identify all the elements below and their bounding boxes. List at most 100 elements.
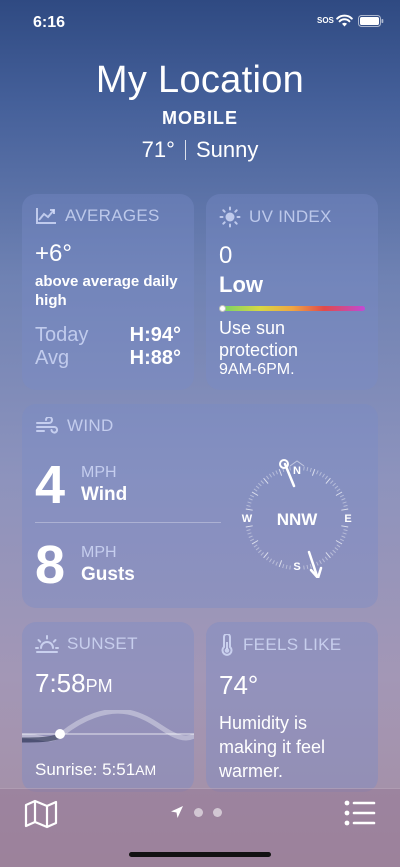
compass-east: E bbox=[344, 513, 351, 525]
wifi-icon bbox=[336, 14, 353, 27]
feels-like-value: 74° bbox=[219, 670, 259, 700]
uv-level-marker bbox=[219, 305, 226, 312]
compass-tick bbox=[339, 494, 344, 498]
compass-tick bbox=[311, 468, 316, 476]
wind-title: WIND bbox=[67, 416, 114, 435]
averages-title: AVERAGES bbox=[65, 206, 160, 225]
compass-tick bbox=[275, 470, 278, 475]
compass-tick bbox=[272, 471, 275, 476]
wind-speed-unit: MPH bbox=[81, 464, 117, 481]
compass-tick bbox=[272, 560, 275, 565]
uv-index-card[interactable]: UV INDEX 0 Low Use sun protection 9AM-6P… bbox=[206, 194, 378, 390]
compass-tick bbox=[306, 564, 309, 569]
sunset-time-suffix: PM bbox=[85, 676, 113, 696]
compass-tick bbox=[289, 466, 291, 471]
sun-position-marker bbox=[55, 729, 65, 739]
compass-tick bbox=[260, 480, 265, 484]
compass-tick bbox=[263, 552, 269, 559]
compass-tick bbox=[247, 501, 252, 504]
location-subtitle: MOBILE bbox=[162, 108, 238, 128]
compass-tick bbox=[260, 552, 265, 556]
sunset-card[interactable]: SUNSET 7:58PM Sunrise: 5:51AM bbox=[22, 622, 194, 792]
wind-card[interactable]: WIND 4 MPH Wind 8 MPH Gusts N E S W NNW bbox=[22, 404, 378, 608]
averages-card[interactable]: AVERAGES +6° above average daily high To… bbox=[22, 194, 194, 390]
compass-tick bbox=[251, 540, 259, 545]
compass-tick bbox=[255, 547, 260, 551]
compass-tick bbox=[316, 561, 319, 566]
current-temp: 71° bbox=[141, 137, 175, 162]
compass-tick bbox=[251, 491, 259, 496]
uv-scale-bar bbox=[219, 305, 365, 312]
row-label: Today bbox=[35, 324, 89, 346]
averages-row-avg: Avg H:88° bbox=[35, 347, 181, 370]
sunrise-value: Sunrise: 5:51 bbox=[35, 760, 136, 779]
compass-tick bbox=[303, 565, 305, 570]
status-time: 6:16 bbox=[33, 14, 66, 31]
compass-tick bbox=[255, 485, 260, 489]
sun-path-graph bbox=[22, 710, 194, 743]
compass-tick bbox=[250, 494, 255, 498]
sunrise-suffix: AM bbox=[135, 762, 157, 778]
compass-tick bbox=[269, 558, 272, 563]
wind-divider bbox=[35, 522, 221, 523]
compass-tick bbox=[285, 564, 288, 569]
sos-indicator: SOS bbox=[317, 16, 334, 25]
averages-header: AVERAGES bbox=[35, 206, 181, 226]
compass-tick bbox=[309, 564, 312, 569]
status-bar: 6:16 SOS bbox=[0, 0, 400, 44]
compass-tick bbox=[278, 560, 283, 568]
compass-tick bbox=[319, 471, 322, 476]
compass-tick bbox=[245, 508, 253, 511]
wind-speed-row: 4 MPH Wind bbox=[35, 454, 127, 516]
page-indicator[interactable] bbox=[170, 805, 222, 819]
uv-hours: 9AM-6PM. bbox=[219, 361, 295, 378]
compass-tick bbox=[341, 525, 349, 528]
compass-west: W bbox=[242, 513, 253, 525]
compass-tick bbox=[275, 561, 278, 566]
page-dot bbox=[213, 807, 222, 817]
uv-description: Use sun protection bbox=[219, 318, 299, 360]
compass-tick bbox=[343, 504, 348, 507]
compass-tick bbox=[329, 552, 334, 556]
current-condition: Sunny bbox=[195, 137, 259, 162]
compass-tick bbox=[303, 466, 305, 471]
wind-compass: N E S W NNW bbox=[242, 459, 352, 578]
compass-tick bbox=[266, 475, 270, 480]
list-icon[interactable] bbox=[344, 799, 376, 827]
wind-gusts-value: 8 bbox=[35, 535, 66, 595]
separator bbox=[184, 140, 186, 160]
home-indicator bbox=[129, 852, 271, 857]
averages-row-today: Today H:94° bbox=[35, 324, 181, 347]
sunset-time: 7:58PM bbox=[35, 668, 181, 699]
compass-tick bbox=[336, 544, 341, 548]
compass-tick bbox=[324, 475, 328, 480]
feels-like-title: FEELS LIKE bbox=[243, 635, 342, 654]
compass-tick bbox=[263, 477, 269, 484]
compass-tick bbox=[278, 468, 283, 476]
compass-tick bbox=[341, 535, 346, 538]
sunset-icon bbox=[35, 635, 59, 653]
compass-tick bbox=[322, 558, 325, 563]
compass-tick bbox=[246, 529, 251, 532]
compass-south: S bbox=[293, 561, 300, 573]
compass-tick bbox=[325, 477, 331, 484]
wind-header: WIND bbox=[35, 416, 365, 436]
row-label: Avg bbox=[35, 347, 70, 369]
compass-tick bbox=[247, 532, 252, 535]
sun-icon bbox=[219, 206, 241, 228]
map-icon[interactable] bbox=[24, 799, 58, 829]
location-arrow-icon bbox=[171, 806, 183, 818]
compass-tick bbox=[334, 547, 339, 551]
compass-tick bbox=[319, 560, 322, 565]
location-title: My Location bbox=[95, 59, 305, 101]
sunrise-label: Sunrise: 5:51AM bbox=[35, 760, 156, 780]
compass-tick bbox=[322, 473, 325, 478]
feels-like-card[interactable]: FEELS LIKE 74° Humidity is making it fee… bbox=[206, 622, 378, 792]
compass-tick bbox=[335, 491, 343, 496]
wind-gusts-label: Gusts bbox=[81, 564, 135, 585]
wind-gusts-labels: MPH Gusts bbox=[81, 544, 135, 586]
sunset-header: SUNSET bbox=[35, 634, 181, 654]
compass-tick bbox=[246, 504, 251, 507]
compass-tick bbox=[334, 485, 339, 489]
uv-title: UV INDEX bbox=[249, 207, 332, 226]
